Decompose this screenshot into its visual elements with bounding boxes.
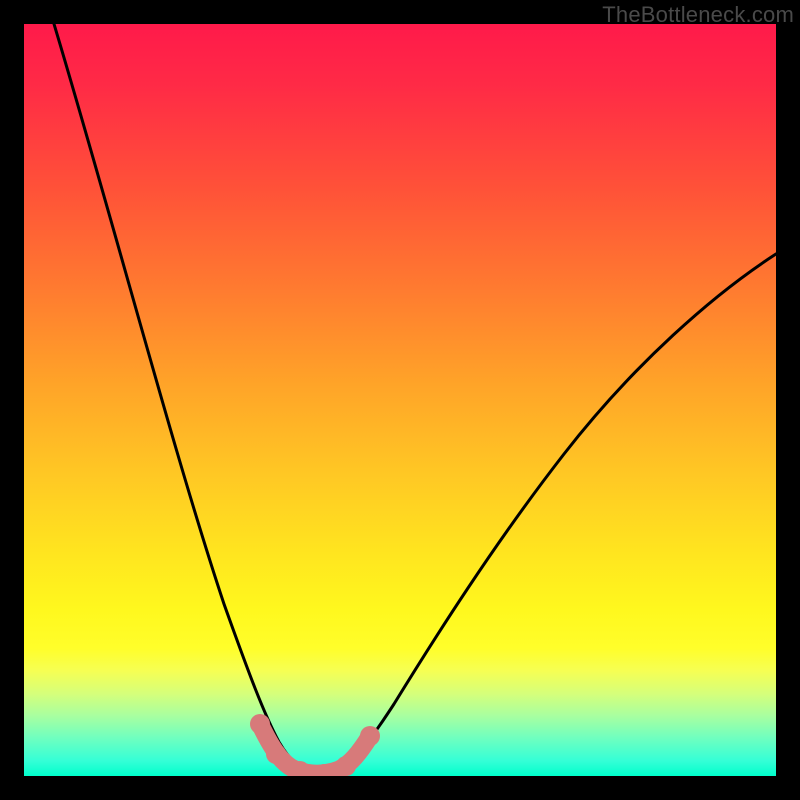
curve-path (54, 24, 776, 773)
marker-dot (250, 714, 270, 734)
chart-frame (24, 24, 776, 776)
marker-dot (336, 756, 356, 776)
watermark-text: TheBottleneck.com (602, 2, 794, 28)
marker-dot (360, 726, 380, 746)
bottleneck-curve (24, 24, 776, 776)
marker-dot (266, 744, 286, 764)
